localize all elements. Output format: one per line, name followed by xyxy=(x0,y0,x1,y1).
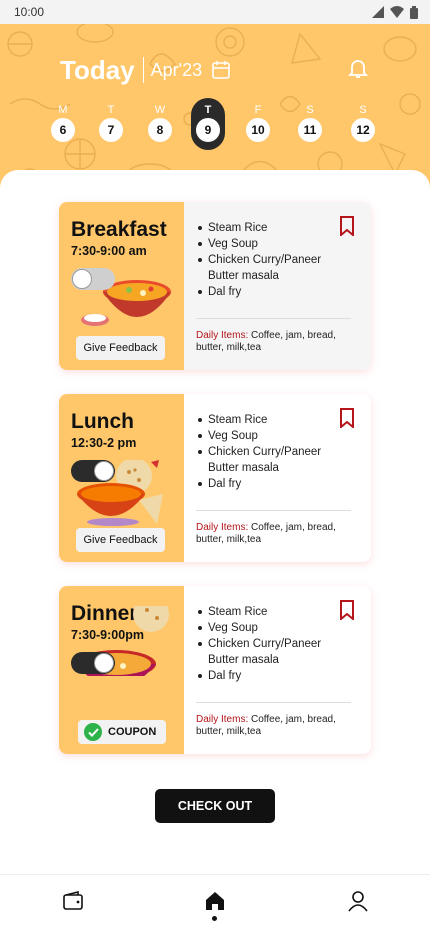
day-item[interactable]: W 8 xyxy=(143,102,177,150)
meal-card-dinner: Dinner 7:30-9:00pm COUPON Steam Rice Veg… xyxy=(59,586,371,754)
menu-item: Dal fry xyxy=(196,284,351,300)
menu-item: Chicken Curry/Paneer Butter masala xyxy=(196,444,351,476)
menu-item: Chicken Curry/Paneer Butter masala xyxy=(196,636,351,668)
meal-card-menu: Steam Rice Veg Soup Chicken Curry/Paneer… xyxy=(184,394,371,562)
day-letter: F xyxy=(254,104,262,116)
bookmark-icon[interactable] xyxy=(339,408,355,428)
daily-items-label: Daily Items: xyxy=(196,522,249,533)
day-letter: W xyxy=(154,104,166,116)
meal-name: Breakfast xyxy=(71,218,167,241)
menu-list: Steam Rice Veg Soup Chicken Curry/Paneer… xyxy=(196,412,359,492)
daily-items-label: Daily Items: xyxy=(196,714,249,725)
toggle-knob xyxy=(72,269,92,289)
meal-card-left: Dinner 7:30-9:00pm COUPON xyxy=(59,586,184,754)
day-letter: S xyxy=(359,104,367,116)
day-item[interactable]: T 7 xyxy=(94,102,128,150)
toggle-knob xyxy=(94,653,114,673)
status-icons xyxy=(372,5,418,19)
coupon-badge[interactable]: COUPON xyxy=(78,720,166,744)
daily-items: Daily Items: Coffee, jam, bread, butter,… xyxy=(196,714,361,738)
day-letter: T xyxy=(204,104,212,116)
bookmark-icon[interactable] xyxy=(339,216,355,236)
week-day-selector: M 6 T 7 W 8 T 9 F 10 S 11 S 12 xyxy=(0,98,430,152)
meal-time: 12:30-2 pm xyxy=(71,436,137,450)
coupon-label: COUPON xyxy=(108,726,157,738)
give-feedback-button[interactable]: Give Feedback xyxy=(76,528,165,552)
menu-item: Steam Rice xyxy=(196,604,351,620)
day-number: 6 xyxy=(51,118,75,142)
meal-time: 7:30-9:00 am xyxy=(71,244,147,258)
day-item[interactable]: F 10 xyxy=(241,102,275,150)
meal-card-left: Breakfast 7:30-9:00 am Give Feedback xyxy=(59,202,184,370)
bookmark-icon[interactable] xyxy=(339,600,355,620)
home-icon[interactable] xyxy=(203,889,227,913)
checkout-button[interactable]: CHECK OUT xyxy=(155,789,275,823)
day-number: 7 xyxy=(99,118,123,142)
notification-bell-icon[interactable] xyxy=(346,56,370,80)
daily-items: Daily Items: Coffee, jam, bread, butter,… xyxy=(196,522,361,546)
meal-toggle[interactable] xyxy=(71,652,115,674)
divider xyxy=(196,318,351,319)
menu-list: Steam Rice Veg Soup Chicken Curry/Paneer… xyxy=(196,604,359,684)
menu-item: Steam Rice xyxy=(196,220,351,236)
menu-item: Chicken Curry/Paneer Butter masala xyxy=(196,252,351,284)
menu-list: Steam Rice Veg Soup Chicken Curry/Paneer… xyxy=(196,220,359,300)
meal-name: Lunch xyxy=(71,410,134,433)
day-number: 12 xyxy=(351,118,375,142)
check-circle-icon xyxy=(84,723,102,741)
page-title: Today xyxy=(60,54,135,85)
day-letter: M xyxy=(58,104,68,116)
menu-item: Steam Rice xyxy=(196,412,351,428)
active-indicator xyxy=(212,916,217,921)
menu-item: Veg Soup xyxy=(196,428,351,444)
calendar-icon[interactable] xyxy=(211,60,231,80)
profile-icon[interactable] xyxy=(346,889,370,913)
meal-card-breakfast: Breakfast 7:30-9:00 am Give Feedback Ste… xyxy=(59,202,371,370)
day-item[interactable]: S 12 xyxy=(346,102,380,150)
day-letter: S xyxy=(306,104,314,116)
meal-card-menu: Steam Rice Veg Soup Chicken Curry/Paneer… xyxy=(184,586,371,754)
month-label: Apr'23 xyxy=(150,59,203,80)
menu-item: Veg Soup xyxy=(196,236,351,252)
day-item[interactable]: M 6 xyxy=(46,102,80,150)
meal-toggle[interactable] xyxy=(71,268,115,290)
daily-items: Daily Items: Coffee, jam, bread, butter,… xyxy=(196,330,361,354)
day-number: 10 xyxy=(246,118,270,142)
menu-item: Dal fry xyxy=(196,668,351,684)
status-bar: 10:00 xyxy=(0,0,430,24)
meal-toggle[interactable] xyxy=(71,460,115,482)
day-number: 8 xyxy=(148,118,172,142)
bottom-nav xyxy=(0,874,430,932)
day-item[interactable]: S 11 xyxy=(293,102,327,150)
toggle-knob xyxy=(94,461,114,481)
meal-card-menu: Steam Rice Veg Soup Chicken Curry/Paneer… xyxy=(184,202,371,370)
status-time: 10:00 xyxy=(14,5,45,19)
signal-icon xyxy=(372,6,384,18)
title-divider xyxy=(142,57,144,83)
title-row: Today Apr'23 xyxy=(60,54,370,86)
menu-item: Dal fry xyxy=(196,476,351,492)
day-item-selected[interactable]: T 9 xyxy=(191,98,225,150)
divider xyxy=(196,510,351,511)
divider xyxy=(196,702,351,703)
battery-icon xyxy=(410,5,418,19)
wifi-icon xyxy=(390,6,404,18)
meal-card-lunch: Lunch 12:30-2 pm Give Feedback Steam Ric… xyxy=(59,394,371,562)
menu-item: Veg Soup xyxy=(196,620,351,636)
day-letter: T xyxy=(107,104,115,116)
day-number: 11 xyxy=(298,118,322,142)
meal-card-left: Lunch 12:30-2 pm Give Feedback xyxy=(59,394,184,562)
day-number: 9 xyxy=(196,118,220,142)
daily-items-label: Daily Items: xyxy=(196,330,249,341)
header: Today Apr'23 M 6 T 7 W 8 T 9 F 10 S 11 S… xyxy=(0,24,430,194)
give-feedback-button[interactable]: Give Feedback xyxy=(76,336,165,360)
wallet-icon[interactable] xyxy=(61,889,85,913)
